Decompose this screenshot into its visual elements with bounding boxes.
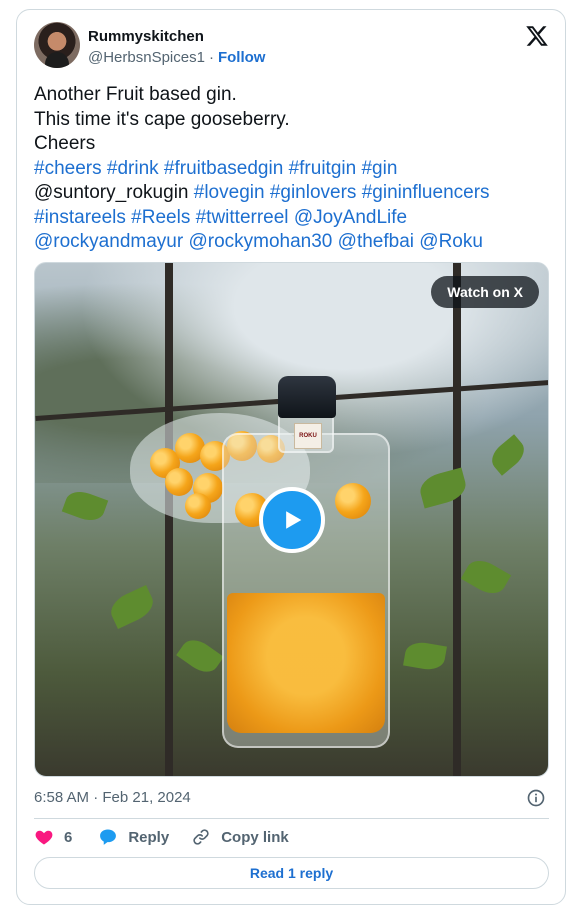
copy-link-label: Copy link: [221, 828, 289, 846]
leaf: [460, 554, 512, 600]
hashtag-link[interactable]: #drink: [107, 158, 159, 179]
avatar[interactable]: [34, 22, 80, 68]
leaf: [61, 486, 109, 526]
link-icon: [193, 829, 209, 845]
divider: [34, 818, 549, 819]
reply-label: Reply: [128, 828, 170, 846]
hashtag-link[interactable]: #twitterreel: [196, 207, 289, 228]
mention-link[interactable]: @rockymohan30: [188, 231, 332, 252]
tweet-text-segment: Cheers: [34, 133, 96, 154]
heart-icon: [35, 830, 53, 845]
tweet-text-segment: This time it's cape gooseberry.: [34, 108, 290, 130]
watch-on-x-button[interactable]: Watch on X: [431, 276, 539, 308]
hashtag-link[interactable]: #fruitgin: [289, 158, 357, 179]
video-player[interactable]: ROKU Watch on X: [34, 262, 549, 777]
tweet-card: Rummyskitchen @HerbsnSpices1 · Follow Anot…: [16, 9, 566, 905]
tweet-text-line: #instareels #Reels #twitterreel @JoyAndL…: [34, 206, 554, 231]
mention-link[interactable]: @thefbai: [338, 231, 414, 252]
play-button[interactable]: [259, 487, 325, 553]
leaf: [176, 633, 224, 679]
hashtag-link[interactable]: #cheers: [34, 158, 102, 179]
separator-dot: ·: [208, 49, 214, 66]
tweet-text-line: Another Fruit based gin.: [34, 83, 554, 108]
leaf: [106, 585, 158, 629]
post-timestamp[interactable]: 6:58 AM · Feb 21, 2024: [34, 789, 191, 806]
tweet-text-line: Cheers: [34, 132, 554, 157]
info-icon[interactable]: [526, 788, 546, 808]
gooseberry: [335, 483, 371, 519]
reply-bubble-icon: [100, 829, 117, 845]
gooseberry: [185, 493, 211, 519]
mention-link[interactable]: @rockyandmayur: [34, 231, 183, 252]
hashtag-link[interactable]: #instareels: [34, 207, 126, 228]
bottle-cap: [278, 376, 336, 418]
play-icon: [286, 511, 302, 529]
action-bar: 6 Reply Copy link: [34, 826, 289, 848]
hashtag-link[interactable]: #ginlovers: [270, 182, 357, 203]
tweet-text: Another Fruit based gin. This time it's c…: [34, 83, 554, 255]
leaf: [403, 639, 447, 673]
like-button[interactable]: 6: [34, 827, 72, 847]
tweet-text-line: @suntory_rokugin #lovegin #ginlovers #gi…: [34, 181, 554, 206]
hashtag-link[interactable]: #gininfluencers: [362, 182, 490, 203]
follow-button[interactable]: Follow: [218, 49, 266, 66]
hashtag-link[interactable]: #Reels: [131, 207, 190, 228]
author-display-name[interactable]: Rummyskitchen: [88, 28, 204, 45]
like-count: 6: [64, 828, 73, 846]
gin-liquid: [227, 593, 385, 733]
x-logo-icon[interactable]: [525, 24, 549, 48]
tweet-text-segment: @suntory_rokugin: [34, 182, 194, 203]
reply-button[interactable]: Reply: [98, 827, 169, 847]
tweet-text-segment: Another Fruit based gin.: [34, 84, 237, 105]
author-handle-row: @HerbsnSpices1 · Follow: [88, 49, 265, 66]
hashtag-link[interactable]: #lovegin: [194, 182, 265, 203]
author-handle[interactable]: @HerbsnSpices1: [88, 49, 205, 66]
bottle-label: ROKU: [294, 423, 322, 449]
read-replies-button[interactable]: Read 1 reply: [34, 857, 549, 889]
gooseberry: [165, 468, 193, 496]
hashtag-link[interactable]: #fruitbasedgin: [164, 158, 283, 179]
railing-bar: [453, 263, 461, 776]
hashtag-link[interactable]: #gin: [361, 158, 397, 179]
mention-link[interactable]: @Roku: [419, 231, 483, 252]
tweet-text-line: This time it's cape gooseberry.: [34, 108, 554, 133]
mention-link[interactable]: @JoyAndLife: [294, 207, 407, 228]
copy-link-button[interactable]: Copy link: [191, 827, 289, 847]
railing-bar: [165, 263, 173, 776]
tweet-text-line: @rockyandmayur @rockymohan30 @thefbai @R…: [34, 230, 554, 255]
tweet-text-line: #cheers #drink #fruitbasedgin #fruitgin …: [34, 157, 554, 182]
